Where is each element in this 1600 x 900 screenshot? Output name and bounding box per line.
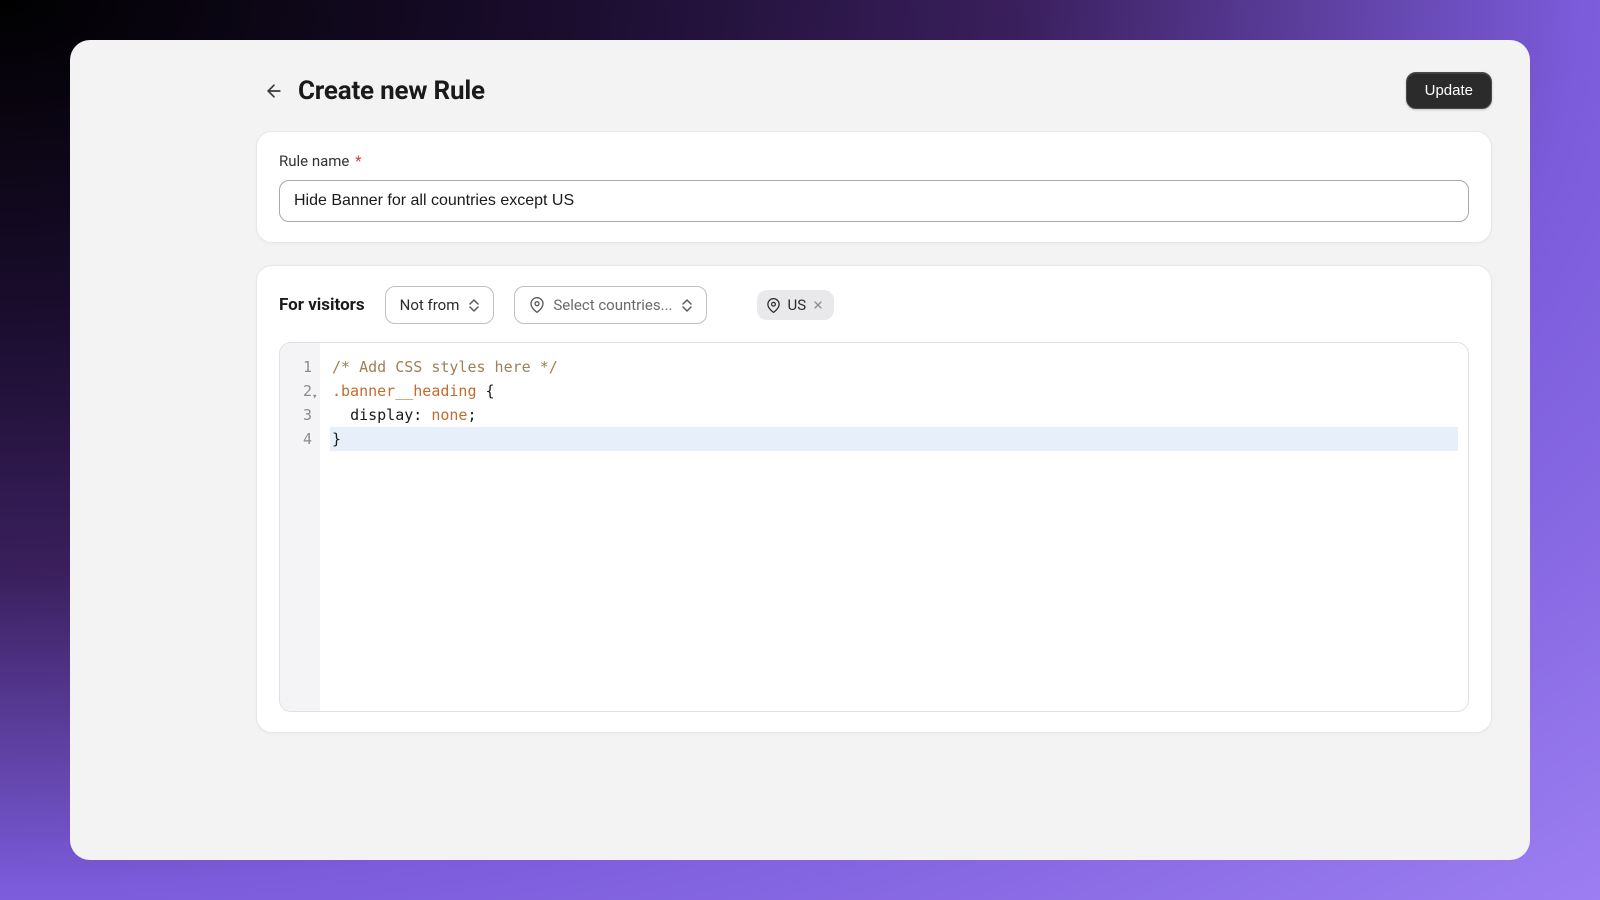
select-sort-icon <box>682 299 692 312</box>
line-number: 1 <box>280 355 312 379</box>
for-visitors-label: For visitors <box>279 295 365 315</box>
code-token-punct: ; <box>467 406 476 424</box>
css-code-editor[interactable]: 1 2 3 4 ▾ /* Add CSS styles here */ .ban… <box>279 342 1469 712</box>
code-content[interactable]: /* Add CSS styles here */ .banner__headi… <box>320 343 1468 711</box>
line-number: 2 <box>280 379 312 403</box>
code-token-value: none <box>431 406 467 424</box>
map-pin-icon <box>765 296 781 314</box>
page-header: Create new Rule Update <box>70 72 1530 109</box>
code-token-indent <box>332 406 350 424</box>
back-arrow-icon[interactable] <box>264 81 284 101</box>
country-tag-us: US <box>757 290 834 320</box>
code-line: /* Add CSS styles here */ <box>330 355 1458 379</box>
code-token-comment: /* Add CSS styles here */ <box>332 358 558 376</box>
rule-name-label-text: Rule name <box>279 152 349 170</box>
code-token-punct: { <box>477 382 495 400</box>
header-left: Create new Rule <box>264 76 485 106</box>
fold-handle-icon[interactable]: ▾ <box>312 385 317 409</box>
country-select-placeholder: Select countries... <box>553 296 672 314</box>
rule-name-input[interactable] <box>279 180 1469 222</box>
code-token-selector: .banner__heading <box>332 382 477 400</box>
line-number: 4 <box>280 427 312 451</box>
visitors-row: For visitors Not from Select countries..… <box>279 286 1469 324</box>
country-tag-label: US <box>787 296 806 314</box>
code-token-property: display <box>350 406 413 424</box>
code-line: .banner__heading { <box>330 379 1458 403</box>
rule-name-label: Rule name * <box>279 152 1469 170</box>
visitors-card: For visitors Not from Select countries..… <box>256 265 1492 733</box>
condition-select[interactable]: Not from <box>385 286 495 324</box>
page-title: Create new Rule <box>298 76 485 106</box>
select-sort-icon <box>469 299 479 312</box>
rule-name-card: Rule name * <box>256 131 1492 243</box>
line-number: 3 <box>280 403 312 427</box>
update-button[interactable]: Update <box>1406 72 1492 109</box>
code-line: } <box>330 427 1458 451</box>
code-token-punct: } <box>332 430 341 448</box>
line-number-gutter: 1 2 3 4 ▾ <box>280 343 320 711</box>
remove-tag-icon[interactable] <box>812 299 824 311</box>
code-token-punct: : <box>413 406 431 424</box>
country-select[interactable]: Select countries... <box>514 286 707 324</box>
code-line: display: none; <box>330 403 1458 427</box>
app-window: Create new Rule Update Rule name * For v… <box>70 40 1530 860</box>
map-pin-icon <box>529 296 545 314</box>
condition-select-value: Not from <box>400 296 460 314</box>
required-star-icon: * <box>355 152 361 170</box>
